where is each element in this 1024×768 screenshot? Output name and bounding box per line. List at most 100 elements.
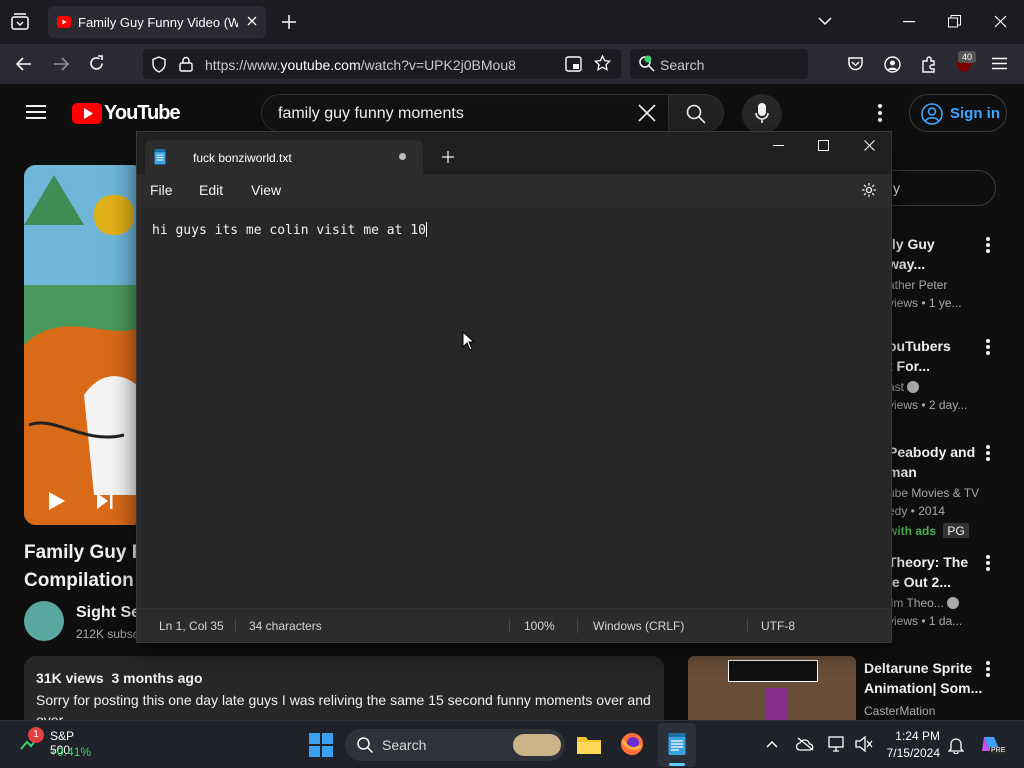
- unsaved-indicator-icon[interactable]: [399, 153, 406, 160]
- reload-icon[interactable]: [88, 55, 105, 72]
- extensions-icon[interactable]: [920, 56, 937, 73]
- sign-in-label: Sign in: [950, 105, 1000, 122]
- active-app-indicator: [669, 763, 685, 766]
- yt-search-icon: [686, 104, 706, 124]
- yt-search-button[interactable]: [668, 94, 724, 132]
- video-description-box[interactable]: 31K views 3 months ago Sorry for posting…: [24, 656, 664, 720]
- pocket-icon[interactable]: [847, 56, 864, 72]
- lock-icon[interactable]: [179, 56, 193, 72]
- network-icon[interactable]: [828, 736, 846, 752]
- notepad-text-area[interactable]: hi guys its me colin visit me at 10: [137, 208, 891, 608]
- notepad-app-icon: [154, 149, 166, 165]
- onedrive-offline-icon[interactable]: [796, 737, 814, 751]
- firefox-icon[interactable]: [620, 732, 644, 756]
- microphone-icon: [755, 103, 769, 125]
- forward-icon[interactable]: [53, 56, 69, 72]
- status-position: Ln 1, Col 35: [159, 619, 224, 633]
- hamburger-menu-icon[interactable]: [992, 57, 1007, 70]
- video-player[interactable]: [24, 165, 144, 525]
- channel-avatar[interactable]: [24, 601, 64, 641]
- notepad-filename: fuck bonziworld.txt: [193, 151, 292, 165]
- yt-search-clear-icon[interactable]: [638, 104, 656, 122]
- clock-time: 1:24 PM: [895, 729, 940, 743]
- rec-menu-icon[interactable]: [982, 443, 994, 463]
- yt-sign-in-button[interactable]: Sign in: [909, 94, 1007, 132]
- back-icon[interactable]: [16, 56, 32, 72]
- browser-tab-active[interactable]: Family Guy Funny Video (WARI: [48, 6, 266, 38]
- notepad-content: hi guys its me colin visit me at 10: [152, 222, 427, 238]
- menu-view[interactable]: View: [251, 182, 281, 198]
- stocks-widget[interactable]: 1 S&P 500 +0.41%: [20, 727, 91, 759]
- restore-icon[interactable]: [948, 15, 961, 28]
- taskbar-search-label: Search: [382, 737, 427, 753]
- bookmark-star-icon[interactable]: [594, 55, 611, 72]
- copilot-icon[interactable]: PRE: [980, 733, 1007, 760]
- account-icon[interactable]: [884, 56, 901, 73]
- yt-search-query: family guy funny moments: [278, 105, 464, 122]
- notepad-tab[interactable]: fuck bonziworld.txt: [145, 140, 423, 174]
- windows-start-icon[interactable]: [309, 733, 333, 757]
- search-engine-icon: [638, 55, 655, 72]
- browser-tab-bar: Family Guy Funny Video (WARI: [0, 0, 1024, 44]
- status-zoom[interactable]: 100%: [524, 619, 555, 633]
- menu-edit[interactable]: Edit: [199, 182, 223, 198]
- notepad-window: fuck bonziworld.txt File Edit View hi gu…: [136, 131, 892, 643]
- rec-thumb-sprite: [766, 688, 788, 720]
- notification-bell-icon[interactable]: [948, 736, 964, 754]
- pre-badge: PRE: [990, 747, 1007, 754]
- yt-settings-kebab-icon[interactable]: [878, 104, 882, 122]
- status-line-ending: Windows (CRLF): [593, 619, 685, 633]
- mouse-cursor-icon: [462, 331, 475, 351]
- rec-menu-icon[interactable]: [982, 235, 994, 255]
- rec-menu-icon[interactable]: [982, 337, 994, 357]
- notepad-taskbar-button[interactable]: [658, 723, 696, 767]
- youtube-favicon-icon: [57, 16, 71, 28]
- yt-search-input[interactable]: family guy funny moments: [261, 94, 669, 132]
- volume-muted-icon[interactable]: [855, 736, 873, 752]
- rec-menu-icon[interactable]: [982, 553, 994, 573]
- text-caret: [425, 222, 427, 237]
- ads-badge: with ads: [888, 524, 937, 538]
- system-clock[interactable]: 1:24 PM 7/15/2024: [884, 729, 940, 760]
- tab-overflow-chevron-icon[interactable]: [818, 16, 832, 26]
- video-frame-art: [24, 165, 144, 525]
- file-explorer-icon[interactable]: [576, 733, 602, 755]
- rating-badge: PG: [943, 523, 969, 538]
- play-icon[interactable]: [48, 491, 66, 511]
- picture-in-picture-icon[interactable]: [565, 56, 582, 72]
- tab-title: Family Guy Funny Video (WARI: [78, 15, 238, 30]
- notepad-maximize-icon[interactable]: [818, 140, 829, 151]
- rec-menu-icon[interactable]: [982, 659, 994, 679]
- notepad-close-icon[interactable]: [864, 140, 875, 151]
- url-bar[interactable]: https://www.youtube.com/watch?v=UPK2j0BM…: [143, 49, 621, 79]
- tracking-shield-icon[interactable]: [151, 56, 167, 73]
- yt-guide-menu-icon[interactable]: [26, 104, 46, 120]
- status-encoding: UTF-8: [761, 619, 795, 633]
- menu-file[interactable]: File: [150, 182, 173, 198]
- notepad-statusbar: Ln 1, Col 35 34 characters 100% Windows …: [137, 608, 891, 642]
- windows-taskbar: 1 S&P 500 +0.41% Search 1:24 PM 7/15/202…: [0, 720, 1024, 768]
- browser-search-bar[interactable]: Search: [630, 49, 808, 79]
- next-video-icon[interactable]: [96, 492, 114, 510]
- notepad-titlebar[interactable]: fuck bonziworld.txt: [137, 132, 891, 174]
- video-meta: 31K views 3 months ago: [36, 670, 203, 686]
- notepad-minimize-icon[interactable]: [773, 145, 784, 147]
- channel-name[interactable]: Sight Se: [76, 604, 140, 622]
- taskbar-search[interactable]: Search: [345, 729, 565, 761]
- rec-thumbnail[interactable]: [688, 656, 856, 720]
- notepad-menubar: File Edit View: [137, 174, 891, 208]
- tab-list-icon[interactable]: [10, 13, 30, 31]
- tray-overflow-chevron-icon[interactable]: [766, 740, 778, 748]
- yt-voice-search-button[interactable]: [742, 94, 782, 134]
- youtube-logo[interactable]: YouTube: [72, 102, 181, 124]
- user-circle-icon: [921, 103, 943, 125]
- notepad-taskbar-icon: [668, 733, 686, 755]
- notepad-settings-gear-icon[interactable]: [861, 182, 877, 198]
- new-tab-icon[interactable]: [282, 15, 296, 29]
- notepad-new-tab-icon[interactable]: [442, 151, 454, 163]
- tab-close-icon[interactable]: [246, 15, 258, 27]
- browser-close-icon[interactable]: [994, 15, 1007, 28]
- minimize-icon[interactable]: [903, 21, 915, 23]
- channel-subscribers: 212K subsc: [76, 627, 139, 641]
- search-highlight-image: [513, 734, 561, 756]
